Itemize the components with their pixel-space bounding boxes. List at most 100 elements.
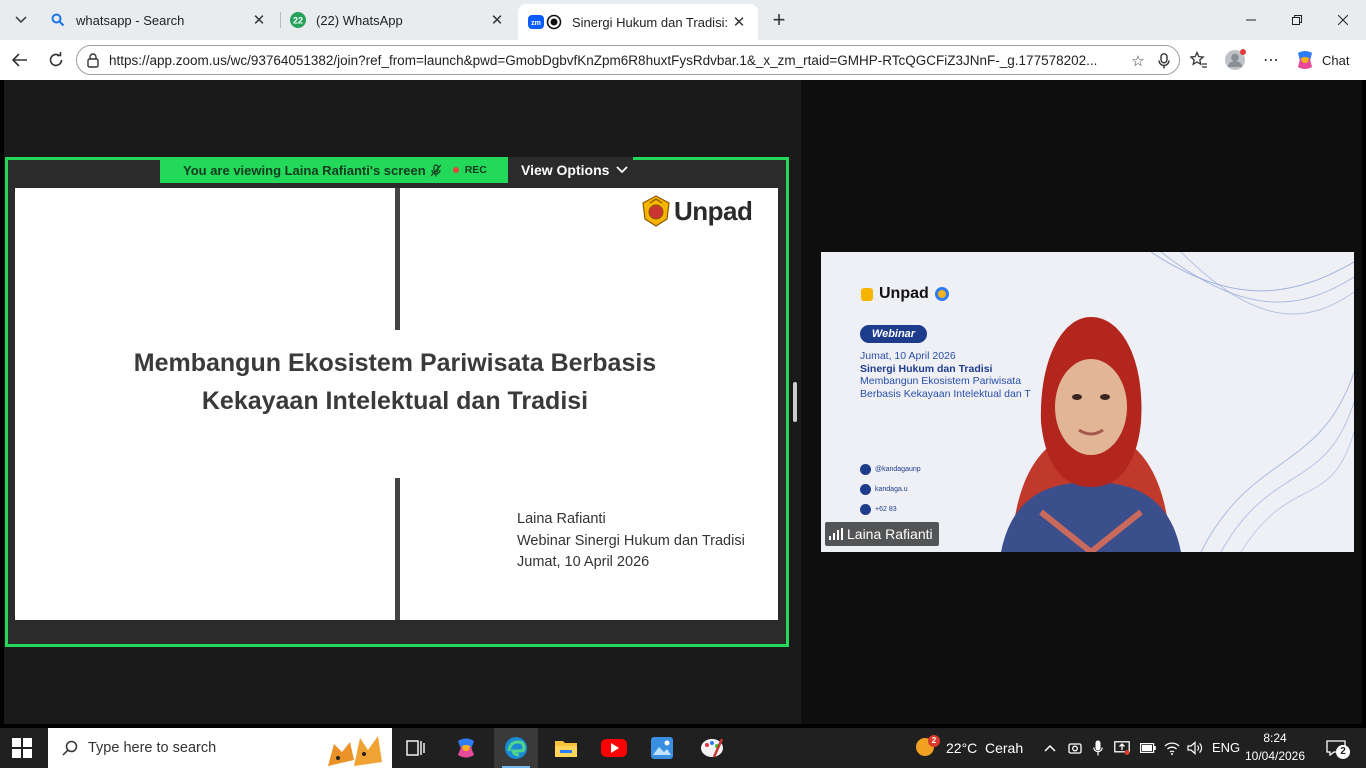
slide-date: Jumat, 10 April 2026 xyxy=(517,554,650,570)
globe-icon xyxy=(860,483,871,495)
wifi-icon[interactable] xyxy=(1164,740,1180,756)
participant-name-tag: Laina Rafianti xyxy=(825,522,939,546)
camera-in-use-icon[interactable] xyxy=(1067,740,1083,756)
copilot-chat-button[interactable]: Chat xyxy=(1294,46,1358,74)
show-hidden-icons-chevron-icon[interactable] xyxy=(1042,740,1058,756)
tab-whatsapp-search[interactable]: whatsapp - Search ✕ xyxy=(40,4,278,36)
slide-title-line-2: Kekayaan Intelektual dan Tradisi xyxy=(201,387,589,415)
favorite-star-icon[interactable]: ☆ xyxy=(1129,52,1147,70)
view-options-button[interactable]: View Options xyxy=(508,157,633,183)
close-tab-icon[interactable]: ✕ xyxy=(730,13,748,31)
record-dot-icon xyxy=(452,167,459,173)
slide-title-line-1: Membangun Ekosistem Pariwisata Berbasis xyxy=(133,349,657,377)
url-text[interactable]: https://app.zoom.us/wc/93764051382/join?… xyxy=(109,53,1119,68)
signal-strength-icon xyxy=(829,528,843,540)
taskbar-search-box[interactable]: Type here to search xyxy=(48,728,392,768)
site-info-icon[interactable] xyxy=(85,52,101,68)
microphone-in-use-icon[interactable] xyxy=(1090,740,1106,756)
shared-screen-panel: Unpad Membangun Ekosistem Pariwisata Ber… xyxy=(4,80,801,724)
screen-share-tray-icon[interactable] xyxy=(1114,740,1130,756)
bg-social-handle: @kandagaunp xyxy=(875,466,921,473)
virtual-background-logos: Unpad xyxy=(861,285,949,303)
slide-meta: Laina Rafianti Webinar Sinergi Hukum dan… xyxy=(517,509,745,574)
microphone-icon[interactable] xyxy=(1155,52,1173,70)
svg-text:zm: zm xyxy=(531,20,541,27)
participant-video[interactable]: Unpad Webinar Jumat, 10 April 2026 Siner… xyxy=(821,252,1354,552)
bg-website: kandaga.u xyxy=(875,486,908,493)
chat-label: Chat xyxy=(1322,52,1350,68)
clock[interactable]: 8:24 10/04/2026 xyxy=(1244,730,1306,766)
slide-presenter: Laina Rafianti xyxy=(517,511,606,527)
search-placeholder: Type here to search xyxy=(88,740,217,756)
browser-tab-bar: whatsapp - Search ✕ 22 (22) WhatsApp ✕ z… xyxy=(0,0,1366,40)
viewing-label: You are viewing Laina Rafianti's screen xyxy=(183,162,426,178)
address-bar[interactable]: https://app.zoom.us/wc/93764051382/join?… xyxy=(76,45,1180,75)
new-tab-plus-icon[interactable]: + xyxy=(766,7,792,33)
clock-time: 8:24 xyxy=(1263,731,1287,745)
bg-partner-icon xyxy=(934,287,949,301)
battery-icon[interactable] xyxy=(1140,740,1156,756)
minimize-icon[interactable] xyxy=(1228,0,1274,40)
zoom-meeting-area: Unpad Membangun Ekosistem Pariwisata Ber… xyxy=(4,80,1362,724)
close-window-icon[interactable] xyxy=(1320,0,1366,40)
view-options-label: View Options xyxy=(521,162,610,178)
weather-badge: 2 xyxy=(928,735,940,747)
copilot-taskbar-icon[interactable] xyxy=(444,728,488,768)
slide-divider xyxy=(395,188,400,330)
profile-avatar-icon[interactable] xyxy=(1224,49,1246,71)
slide-divider xyxy=(395,478,400,620)
whatsapp-icon: 22 xyxy=(290,12,306,28)
task-view-icon[interactable] xyxy=(394,728,438,768)
bg-social-links: @kandagaunp kandaga.u +62 83 xyxy=(860,460,921,520)
video-panel: Unpad Webinar Jumat, 10 April 2026 Siner… xyxy=(801,80,1362,724)
more-options-icon[interactable]: ⋯ xyxy=(1260,49,1282,71)
copilot-icon xyxy=(1294,49,1316,71)
volume-icon[interactable] xyxy=(1187,740,1203,756)
tab-whatsapp[interactable]: 22 (22) WhatsApp ✕ xyxy=(280,4,516,36)
edge-browser-icon[interactable] xyxy=(494,728,538,768)
social-media-icon xyxy=(860,463,871,475)
slide-event: Webinar Sinergi Hukum dan Tradisi xyxy=(517,532,745,549)
restore-icon[interactable] xyxy=(1274,0,1320,40)
panel-resize-handle[interactable] xyxy=(793,382,797,422)
slide-title: Membangun Ekosistem Pariwisata Berbasis … xyxy=(75,344,715,420)
rec-label: REC xyxy=(464,164,487,176)
unpad-logo-text: Unpad xyxy=(674,195,753,226)
paint-icon[interactable] xyxy=(690,728,734,768)
participant-person-image xyxy=(1001,317,1181,552)
weather-condition: Cerah xyxy=(985,740,1024,756)
unpad-logo: Unpad xyxy=(641,195,753,227)
input-language[interactable]: ENG xyxy=(1212,740,1240,755)
close-tab-icon[interactable]: ✕ xyxy=(250,11,268,29)
tab-title: (22) WhatsApp xyxy=(316,12,403,28)
youtube-icon[interactable] xyxy=(592,728,636,768)
close-tab-icon[interactable]: ✕ xyxy=(488,11,506,29)
search-icon xyxy=(62,740,78,756)
photos-icon[interactable] xyxy=(640,728,684,768)
weather-widget[interactable]: 2 22°C Cerah xyxy=(912,728,1032,768)
back-arrow-icon[interactable] xyxy=(7,48,33,72)
tab-actions-chevron-icon[interactable] xyxy=(8,7,34,33)
clock-date: 10/04/2026 xyxy=(1244,749,1306,763)
presentation-slide: Unpad Membangun Ekosistem Pariwisata Ber… xyxy=(15,188,778,620)
reload-icon[interactable] xyxy=(43,48,69,72)
zoom-icon: zm xyxy=(528,14,562,30)
windows-start-icon[interactable] xyxy=(12,738,32,758)
recording-indicator: REC xyxy=(452,164,487,176)
unpad-seal-small-icon xyxy=(861,287,873,301)
tab-zoom-meeting[interactable]: zm Sinergi Hukum dan Tradisi: Me ✕ xyxy=(518,4,758,40)
muted-microphone-icon xyxy=(430,163,441,177)
favorites-icon[interactable] xyxy=(1188,49,1210,71)
unpad-seal-icon xyxy=(642,195,670,227)
bg-phone: +62 83 xyxy=(875,506,897,513)
file-explorer-icon[interactable] xyxy=(544,728,588,768)
tab-title: whatsapp - Search xyxy=(76,12,185,28)
search-icon xyxy=(50,12,66,28)
tab-badge: 22 xyxy=(293,16,303,26)
bg-unpad-text: Unpad xyxy=(879,285,929,302)
tab-title: Sinergi Hukum dan Tradisi: Me xyxy=(572,14,730,30)
participant-name: Laina Rafianti xyxy=(847,526,933,542)
chevron-down-icon xyxy=(616,166,629,174)
notification-center-button[interactable]: 2 xyxy=(1318,728,1362,768)
whatsapp-small-icon xyxy=(860,503,871,515)
